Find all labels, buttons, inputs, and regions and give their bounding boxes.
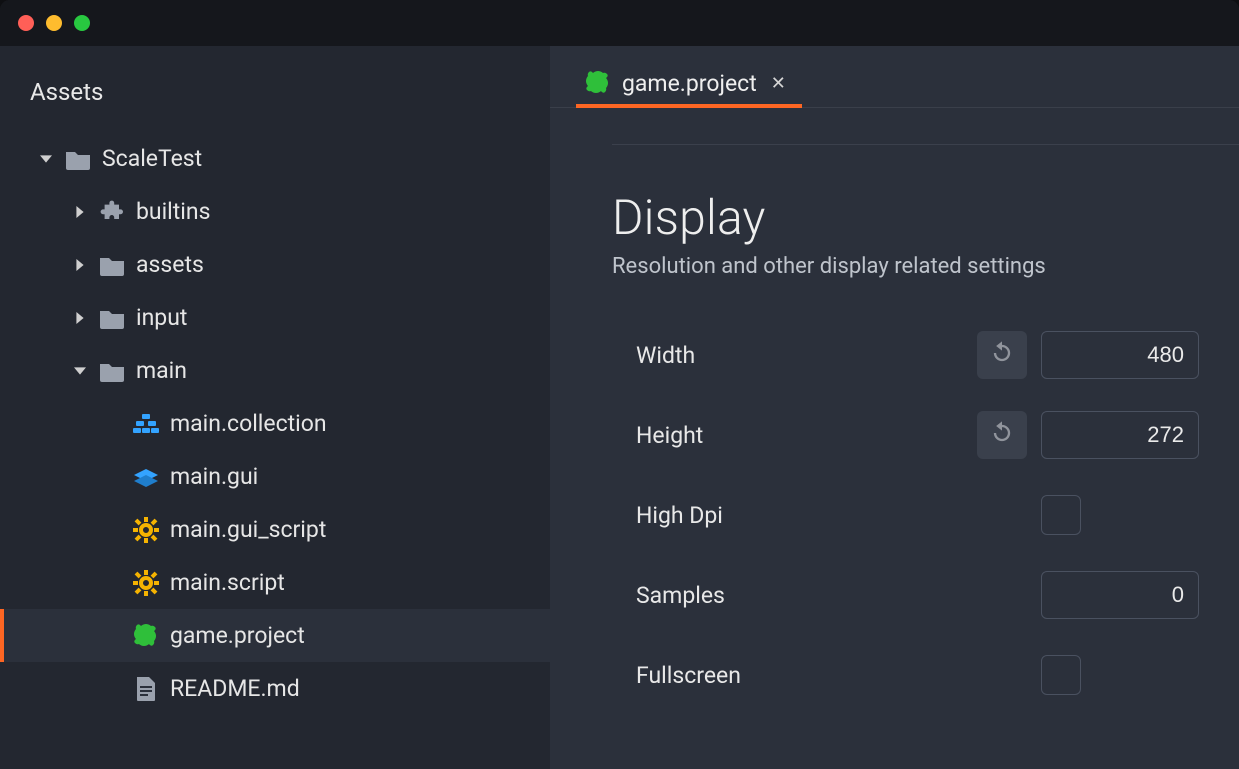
tab-label: game.project bbox=[622, 70, 757, 97]
folder-icon bbox=[98, 357, 126, 385]
section-title: Display bbox=[612, 189, 1199, 246]
field-height: Height bbox=[612, 395, 1199, 475]
reset-button[interactable] bbox=[977, 331, 1027, 379]
tree-item-scaletest[interactable]: ScaleTest bbox=[0, 132, 550, 185]
reset-button[interactable] bbox=[977, 411, 1027, 459]
tree-item-input[interactable]: input bbox=[0, 291, 550, 344]
editor-area: game.project ✕ Display Resolution and oth… bbox=[550, 46, 1239, 769]
field-label: High Dpi bbox=[612, 502, 1027, 529]
field-label: Fullscreen bbox=[612, 662, 1027, 689]
puzzle-icon bbox=[98, 198, 126, 226]
editor-tabbar: game.project ✕ bbox=[550, 46, 1239, 108]
folder-icon bbox=[98, 251, 126, 279]
tree-item-label: main.script bbox=[170, 569, 285, 596]
tree-item-main-collection[interactable]: main.collection bbox=[0, 397, 550, 450]
tree-item-main[interactable]: main bbox=[0, 344, 550, 397]
tree-item-label: builtins bbox=[136, 198, 210, 225]
window-minimize-button[interactable] bbox=[46, 15, 62, 31]
tree-item-builtins[interactable]: builtins bbox=[0, 185, 550, 238]
project-icon bbox=[584, 69, 612, 97]
tree-item-game-project[interactable]: game.project bbox=[0, 609, 550, 662]
tree-item-label: main.gui bbox=[170, 463, 258, 490]
project-icon bbox=[132, 622, 160, 650]
tab-game-project[interactable]: game.project ✕ bbox=[576, 61, 802, 107]
folder-icon bbox=[64, 145, 92, 173]
app-body: Assets ScaleTest builtins assets input main m… bbox=[0, 46, 1239, 769]
tree-item-main-gui[interactable]: main.gui bbox=[0, 450, 550, 503]
disclosure-arrow-right-icon[interactable] bbox=[72, 259, 88, 271]
field-high_dpi: High Dpi bbox=[612, 475, 1199, 555]
tree-item-main-script[interactable]: main.script bbox=[0, 556, 550, 609]
disclosure-arrow-down-icon[interactable] bbox=[72, 365, 88, 377]
height-input[interactable] bbox=[1041, 411, 1199, 459]
width-input[interactable] bbox=[1041, 331, 1199, 379]
field-label: Samples bbox=[612, 582, 963, 609]
display-section: Display Resolution and other display rel… bbox=[550, 189, 1239, 715]
disclosure-arrow-right-icon[interactable] bbox=[72, 312, 88, 324]
high_dpi-checkbox[interactable] bbox=[1041, 495, 1081, 535]
field-samples: Samples bbox=[612, 555, 1199, 635]
field-fullscreen: Fullscreen bbox=[612, 635, 1199, 715]
window-zoom-button[interactable] bbox=[74, 15, 90, 31]
tree-item-label: input bbox=[136, 304, 187, 331]
titlebar bbox=[0, 0, 1239, 46]
collection-icon bbox=[132, 410, 160, 438]
section-description: Resolution and other display related set… bbox=[612, 254, 1199, 279]
editor-content[interactable]: Display Resolution and other display rel… bbox=[550, 108, 1239, 769]
assets-panel-title: Assets bbox=[0, 64, 550, 132]
divider bbox=[612, 144, 1239, 145]
field-width: Width bbox=[612, 315, 1199, 395]
window-close-button[interactable] bbox=[18, 15, 34, 31]
disclosure-arrow-down-icon[interactable] bbox=[38, 153, 54, 165]
app-window: Assets ScaleTest builtins assets input main m… bbox=[0, 0, 1239, 769]
tree-item-label: ScaleTest bbox=[102, 145, 202, 172]
disclosure-arrow-right-icon[interactable] bbox=[72, 206, 88, 218]
tree-item-label: main.gui_script bbox=[170, 516, 326, 543]
gui-icon bbox=[132, 463, 160, 491]
tree-item-label: README.md bbox=[170, 675, 300, 702]
fullscreen-checkbox[interactable] bbox=[1041, 655, 1081, 695]
tree-item-main-gui-script[interactable]: main.gui_script bbox=[0, 503, 550, 556]
tree-item-label: main bbox=[136, 357, 187, 384]
close-icon[interactable]: ✕ bbox=[767, 73, 786, 94]
tree-item-label: main.collection bbox=[170, 410, 327, 437]
file-icon bbox=[132, 675, 160, 703]
field-label: Height bbox=[612, 422, 963, 449]
samples-input[interactable] bbox=[1041, 571, 1199, 619]
folder-icon bbox=[98, 304, 126, 332]
undo-icon bbox=[988, 419, 1016, 451]
undo-icon bbox=[988, 339, 1016, 371]
tree-item-label: assets bbox=[136, 251, 204, 278]
cog-icon bbox=[132, 569, 160, 597]
cog-icon bbox=[132, 516, 160, 544]
tree-item-readme-md[interactable]: README.md bbox=[0, 662, 550, 715]
section-fields: Width Height High Dpi Samples Fullscreen bbox=[612, 315, 1199, 715]
asset-tree: ScaleTest builtins assets input main main.col… bbox=[0, 132, 550, 715]
tree-item-label: game.project bbox=[170, 622, 305, 649]
field-label: Width bbox=[612, 342, 963, 369]
assets-panel: Assets ScaleTest builtins assets input main m… bbox=[0, 46, 550, 769]
spacer bbox=[977, 571, 1027, 619]
tree-item-assets[interactable]: assets bbox=[0, 238, 550, 291]
